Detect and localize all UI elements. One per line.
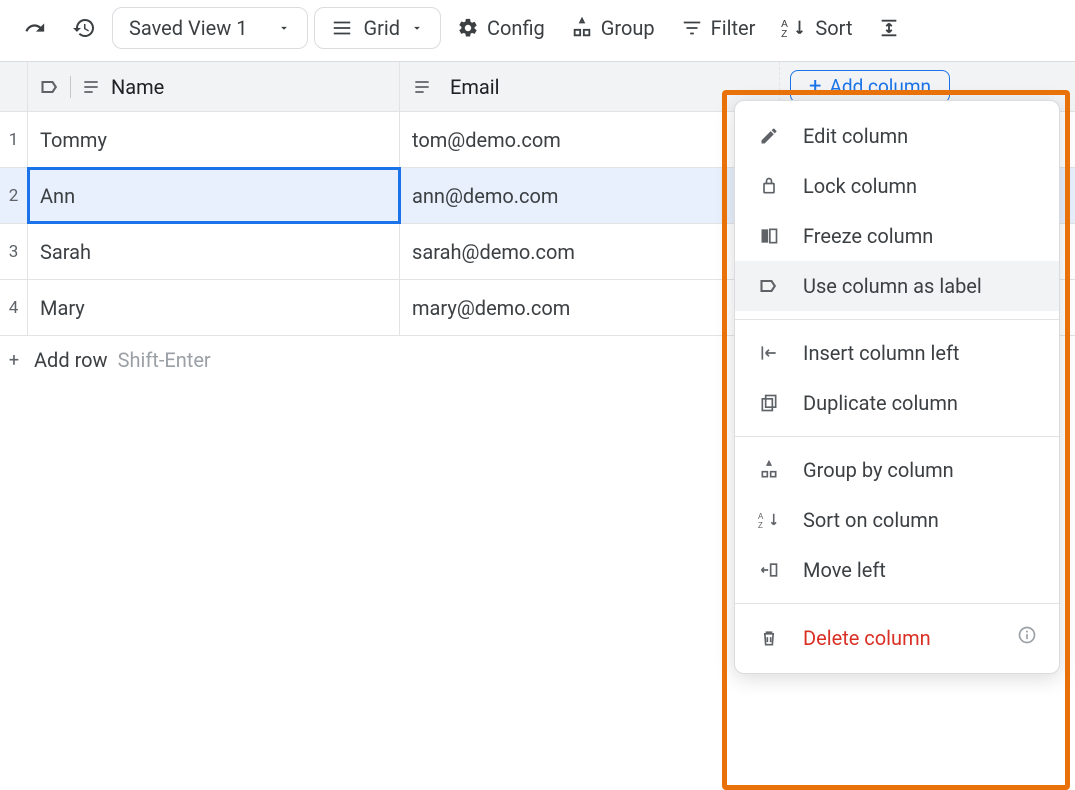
cell-email[interactable]: ann@demo.com — [400, 168, 780, 223]
svg-text:A: A — [758, 512, 764, 521]
sort-az-icon: AZ — [758, 510, 780, 530]
cell-name[interactable]: Ann — [28, 168, 400, 223]
menu-freeze-column[interactable]: Freeze column — [735, 211, 1059, 261]
cell-name[interactable]: Mary — [28, 280, 400, 335]
menu-use-as-label[interactable]: Use column as label — [735, 261, 1059, 311]
cell-name[interactable]: Sarah — [28, 224, 400, 279]
menu-separator — [735, 319, 1059, 320]
menu-item-label: Duplicate column — [803, 391, 958, 415]
column-context-menu: Edit column Lock column Freeze column Us… — [734, 100, 1060, 674]
info-icon — [1017, 625, 1037, 650]
menu-separator — [735, 603, 1059, 604]
group-icon — [571, 17, 593, 39]
trash-icon — [759, 628, 779, 648]
text-icon — [412, 77, 432, 97]
row-number: 4 — [0, 280, 28, 335]
menu-item-label: Use column as label — [803, 274, 982, 298]
freeze-icon — [759, 226, 779, 246]
cell-email[interactable]: sarah@demo.com — [400, 224, 780, 279]
duplicate-icon — [759, 393, 779, 413]
plus-icon: + — [809, 76, 821, 98]
filter-label: Filter — [711, 18, 756, 38]
add-row-label: Add row — [34, 348, 108, 372]
menu-item-label: Move left — [803, 558, 886, 582]
menu-item-label: Edit column — [803, 124, 908, 148]
history-icon — [72, 16, 96, 40]
layout-selector[interactable]: Grid — [314, 7, 441, 49]
row-number: 1 — [0, 112, 28, 167]
row-height-icon — [878, 17, 900, 39]
view-selector-label: Saved View 1 — [129, 16, 247, 40]
redo-icon — [24, 17, 46, 39]
group-icon — [759, 460, 779, 480]
add-column-button[interactable]: + Add column — [790, 70, 950, 103]
add-column-label: Add column — [829, 75, 931, 98]
menu-item-label: Insert column left — [803, 341, 959, 365]
grid-icon — [331, 17, 353, 39]
row-number: 2 — [0, 168, 28, 223]
column-header-email[interactable]: Email — [400, 62, 780, 111]
plus-icon: + — [0, 336, 28, 384]
menu-duplicate[interactable]: Duplicate column — [735, 378, 1059, 428]
menu-separator — [735, 436, 1059, 437]
move-left-icon — [759, 560, 779, 580]
menu-item-label: Lock column — [803, 174, 917, 198]
menu-lock-column[interactable]: Lock column — [735, 161, 1059, 211]
column-email-label: Email — [450, 75, 500, 99]
menu-item-label: Delete column — [803, 626, 931, 650]
menu-move-left[interactable]: Move left — [735, 545, 1059, 595]
config-button[interactable]: Config — [447, 11, 555, 45]
group-button[interactable]: Group — [561, 11, 665, 45]
cell-email[interactable]: mary@demo.com — [400, 280, 780, 335]
column-header-name[interactable]: Name — [28, 62, 400, 111]
row-height-button[interactable] — [868, 11, 910, 45]
cell-email[interactable]: tom@demo.com — [400, 112, 780, 167]
caret-down-icon — [410, 21, 424, 35]
menu-edit-column[interactable]: Edit column — [735, 111, 1059, 161]
caret-down-icon — [277, 21, 291, 35]
toolbar: Saved View 1 Grid Config Group Filter AZ… — [0, 0, 1075, 62]
row-number: 3 — [0, 224, 28, 279]
view-selector[interactable]: Saved View 1 — [112, 7, 308, 49]
config-label: Config — [487, 18, 545, 38]
menu-sort-on[interactable]: AZ Sort on column — [735, 495, 1059, 545]
insert-left-icon — [759, 343, 779, 363]
pencil-icon — [759, 126, 779, 146]
cell-name[interactable]: Tommy — [28, 112, 400, 167]
menu-item-label: Sort on column — [803, 508, 939, 532]
svg-text:Z: Z — [758, 521, 763, 530]
history-button[interactable] — [62, 10, 106, 46]
label-tag-icon — [759, 276, 779, 296]
redo-button[interactable] — [14, 11, 56, 45]
menu-delete-column[interactable]: Delete column — [735, 612, 1059, 663]
row-number-header — [0, 62, 28, 111]
svg-text:Z: Z — [782, 29, 788, 39]
label-tag-icon — [40, 77, 60, 97]
gear-icon — [457, 17, 479, 39]
filter-icon — [681, 17, 703, 39]
menu-item-label: Group by column — [803, 458, 954, 482]
text-icon — [81, 77, 101, 97]
sort-label: Sort — [815, 18, 852, 38]
column-name-label: Name — [111, 75, 164, 99]
sort-button[interactable]: AZ Sort — [771, 11, 862, 45]
sort-az-icon: AZ — [781, 17, 807, 39]
menu-item-label: Freeze column — [803, 224, 933, 248]
add-row-hint: Shift-Enter — [118, 348, 211, 372]
menu-insert-left[interactable]: Insert column left — [735, 328, 1059, 378]
filter-button[interactable]: Filter — [671, 11, 766, 45]
menu-group-by[interactable]: Group by column — [735, 445, 1059, 495]
layout-label: Grid — [363, 16, 400, 40]
group-label: Group — [601, 18, 655, 38]
lock-icon — [759, 176, 779, 196]
